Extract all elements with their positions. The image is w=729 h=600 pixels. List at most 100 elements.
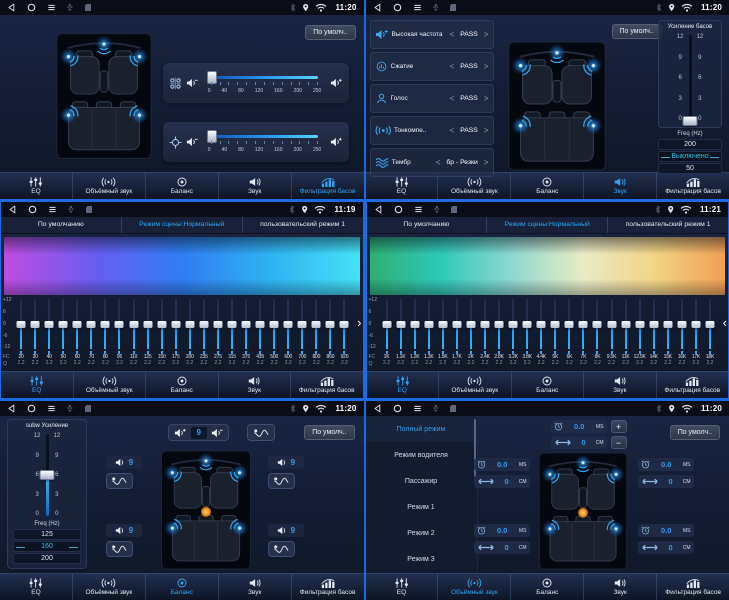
segment-default[interactable]: По умолчанию [1, 217, 121, 233]
eq-band-slider[interactable] [619, 297, 633, 351]
eq-band-slider[interactable] [492, 297, 506, 351]
tab-sound[interactable]: Звук [218, 574, 291, 600]
slider-handle[interactable] [227, 321, 236, 328]
eq-band-slider[interactable] [155, 297, 169, 351]
slider-handle[interactable] [705, 321, 714, 328]
loudness-curve-button[interactable] [247, 424, 275, 441]
eq-band-slider[interactable] [408, 297, 422, 351]
mode-item[interactable]: Режим водителя [366, 442, 477, 468]
eq-band-slider[interactable] [450, 297, 464, 351]
tab-surround[interactable]: Объёмный звук [72, 574, 145, 600]
tab-bass-filter[interactable]: Фильтрация басов [290, 372, 363, 398]
menu-icon[interactable] [413, 404, 422, 413]
level-slider[interactable]: 04080120160200250 [203, 127, 327, 157]
speaker-curve-button[interactable] [106, 473, 133, 489]
menu-icon[interactable] [414, 205, 423, 214]
eq-band-slider[interactable] [239, 297, 253, 351]
level-slider[interactable]: 04080120160200250 [203, 68, 327, 98]
slider-handle[interactable] [621, 321, 630, 328]
slider-handle[interactable] [326, 321, 335, 328]
slider-handle[interactable] [45, 321, 54, 328]
next-value-icon[interactable]: > [484, 126, 489, 135]
eq-band-slider[interactable] [56, 297, 70, 351]
back-icon[interactable] [373, 3, 382, 12]
segment-scene-mode[interactable]: Режим сцены:Нормальный [121, 217, 242, 233]
eq-band-slider[interactable] [211, 297, 225, 351]
slider-handle[interactable] [382, 321, 391, 328]
tab-surround[interactable]: Объёмный звук [72, 173, 145, 199]
eq-band-slider[interactable] [70, 297, 84, 351]
eq-band-slider[interactable] [197, 297, 211, 351]
slider-handle[interactable] [129, 321, 138, 328]
eq-band-slider[interactable] [562, 297, 576, 351]
slider-handle[interactable] [101, 321, 110, 328]
slider-handle[interactable] [410, 321, 419, 328]
home-icon[interactable] [27, 404, 36, 413]
eq-band-slider[interactable] [464, 297, 478, 351]
home-icon[interactable] [27, 3, 36, 12]
eq-band-slider[interactable] [548, 297, 562, 351]
bass-boost-slider[interactable]: 129630129630 [663, 32, 717, 124]
slider-handle[interactable] [185, 321, 194, 328]
prev-value-icon[interactable]: < [450, 62, 455, 71]
eq-band-slider[interactable] [42, 297, 56, 351]
eq-band-slider[interactable] [661, 297, 675, 351]
slider-handle[interactable] [396, 321, 405, 328]
freq-option[interactable]: 200 [13, 553, 81, 564]
tab-bass-filter[interactable]: Фильтрация басов [291, 173, 364, 199]
slider-handle[interactable] [480, 321, 489, 328]
eq-band-slider[interactable] [127, 297, 141, 351]
default-button[interactable]: По умолч.. [670, 425, 720, 440]
tab-bass-filter[interactable]: Фильтрация басов [656, 574, 729, 600]
default-button[interactable]: По умолч.. [305, 25, 355, 40]
default-button[interactable]: По умолч.. [304, 425, 354, 440]
slider-handle[interactable] [691, 321, 700, 328]
freq-option[interactable]: Выключено [658, 151, 722, 162]
slider-handle[interactable] [157, 321, 166, 328]
tab-surround[interactable]: Объёмный звук [73, 372, 146, 398]
volume-min-icon[interactable] [186, 137, 199, 147]
prev-value-icon[interactable]: < [450, 126, 455, 135]
eq-band-slider[interactable] [309, 297, 323, 351]
segment-scene-mode[interactable]: Режим сцены:Нормальный [486, 217, 607, 233]
slider-handle[interactable] [171, 321, 180, 328]
slider-handle[interactable] [466, 321, 475, 328]
eq-band-slider[interactable] [689, 297, 703, 351]
eq-band-slider[interactable] [98, 297, 112, 351]
default-button[interactable]: По умолч.. [612, 24, 662, 39]
back-icon[interactable] [373, 404, 382, 413]
home-icon[interactable] [393, 3, 402, 12]
home-icon[interactable] [28, 205, 37, 214]
slider-handle[interactable] [73, 321, 82, 328]
tab-bass-filter[interactable]: Фильтрация басов [656, 372, 729, 398]
slider-handle[interactable] [452, 321, 461, 328]
slider-handle[interactable] [663, 321, 672, 328]
eq-band-slider[interactable] [337, 297, 351, 351]
eq-band-slider[interactable] [281, 297, 295, 351]
speaker-curve-button[interactable] [106, 541, 133, 557]
slider-handle[interactable] [270, 321, 279, 328]
decrease-delay-button[interactable]: − [611, 436, 627, 449]
tab-eq[interactable]: EQ [1, 372, 73, 398]
tab-sound[interactable]: Звук [583, 574, 656, 600]
prev-value-icon[interactable]: < [450, 30, 455, 39]
subwoofer-gain-slider[interactable]: 129630129630 [13, 431, 81, 519]
eq-band-slider[interactable] [520, 297, 534, 351]
car-interior-view[interactable] [532, 452, 634, 570]
mode-item[interactable]: Режим 2 [366, 520, 477, 546]
tab-bass-filter[interactable]: Фильтрация басов [656, 173, 729, 199]
tab-eq[interactable]: EQ [366, 574, 438, 600]
next-value-icon[interactable]: > [484, 94, 489, 103]
mode-item[interactable]: Режим 3 [366, 546, 477, 572]
eq-band-slider[interactable] [84, 297, 98, 351]
tab-eq[interactable]: EQ [0, 574, 72, 600]
eq-band-slider[interactable] [225, 297, 239, 351]
slider-handle[interactable] [213, 321, 222, 328]
slider-handle[interactable] [17, 321, 26, 328]
slider-handle[interactable] [593, 321, 602, 328]
eq-band-slider[interactable] [323, 297, 337, 351]
segment-user-mode[interactable]: пользовательский режим 1 [607, 217, 728, 233]
eq-band-slider[interactable] [576, 297, 590, 351]
eq-band-slider[interactable] [590, 297, 604, 351]
eq-band-slider[interactable] [647, 297, 661, 351]
